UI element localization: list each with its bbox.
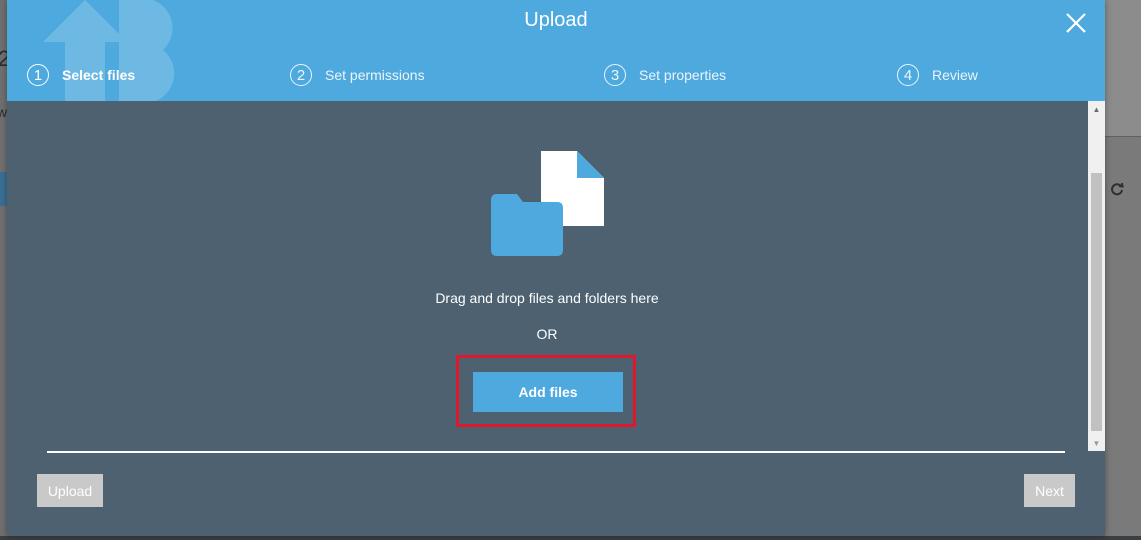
add-files-button[interactable]: Add files [473,372,623,412]
close-icon[interactable] [1065,12,1087,34]
footer-divider [47,451,1065,453]
step-number: 3 [604,64,626,86]
upload-modal: Upload 1 Select files 2 Set permissions … [7,0,1105,536]
background-right-header [1105,0,1141,136]
background-bottom-line [0,536,1141,540]
upload-button[interactable]: Upload [37,474,103,507]
wizard-steps: 1 Select files 2 Set permissions 3 Set p… [7,61,1105,89]
step-number: 4 [897,64,919,86]
step-set-permissions[interactable]: 2 Set permissions [290,61,425,89]
file-folder-graphic [491,151,604,256]
or-separator: OR [536,326,558,342]
drop-zone[interactable]: Drag and drop files and folders here OR … [7,101,1087,451]
vertical-scrollbar[interactable]: ▲ ▼ [1088,101,1105,451]
step-label: Select files [62,67,136,83]
refresh-icon[interactable] [1110,182,1124,196]
scroll-down-icon[interactable]: ▼ [1088,435,1105,451]
step-label: Set properties [639,67,727,83]
step-review[interactable]: 4 Review [897,61,978,89]
modal-title: Upload [524,9,588,31]
step-number: 2 [290,64,312,86]
background-right-panel [1105,137,1141,537]
scroll-thumb[interactable] [1091,173,1102,431]
scroll-up-icon[interactable]: ▲ [1088,101,1105,117]
drop-instructions: Drag and drop files and folders here [435,290,659,306]
step-number: 1 [27,64,49,86]
folder-icon [491,194,563,256]
background-left-chip [0,172,7,206]
step-label: Review [932,67,978,83]
background-left-strip [0,0,7,540]
next-button[interactable]: Next [1024,474,1075,507]
step-set-properties[interactable]: 3 Set properties [604,61,726,89]
step-select-files[interactable]: 1 Select files [27,61,135,89]
step-label: Set permissions [325,67,425,83]
modal-header: Upload 1 Select files 2 Set permissions … [7,0,1105,101]
